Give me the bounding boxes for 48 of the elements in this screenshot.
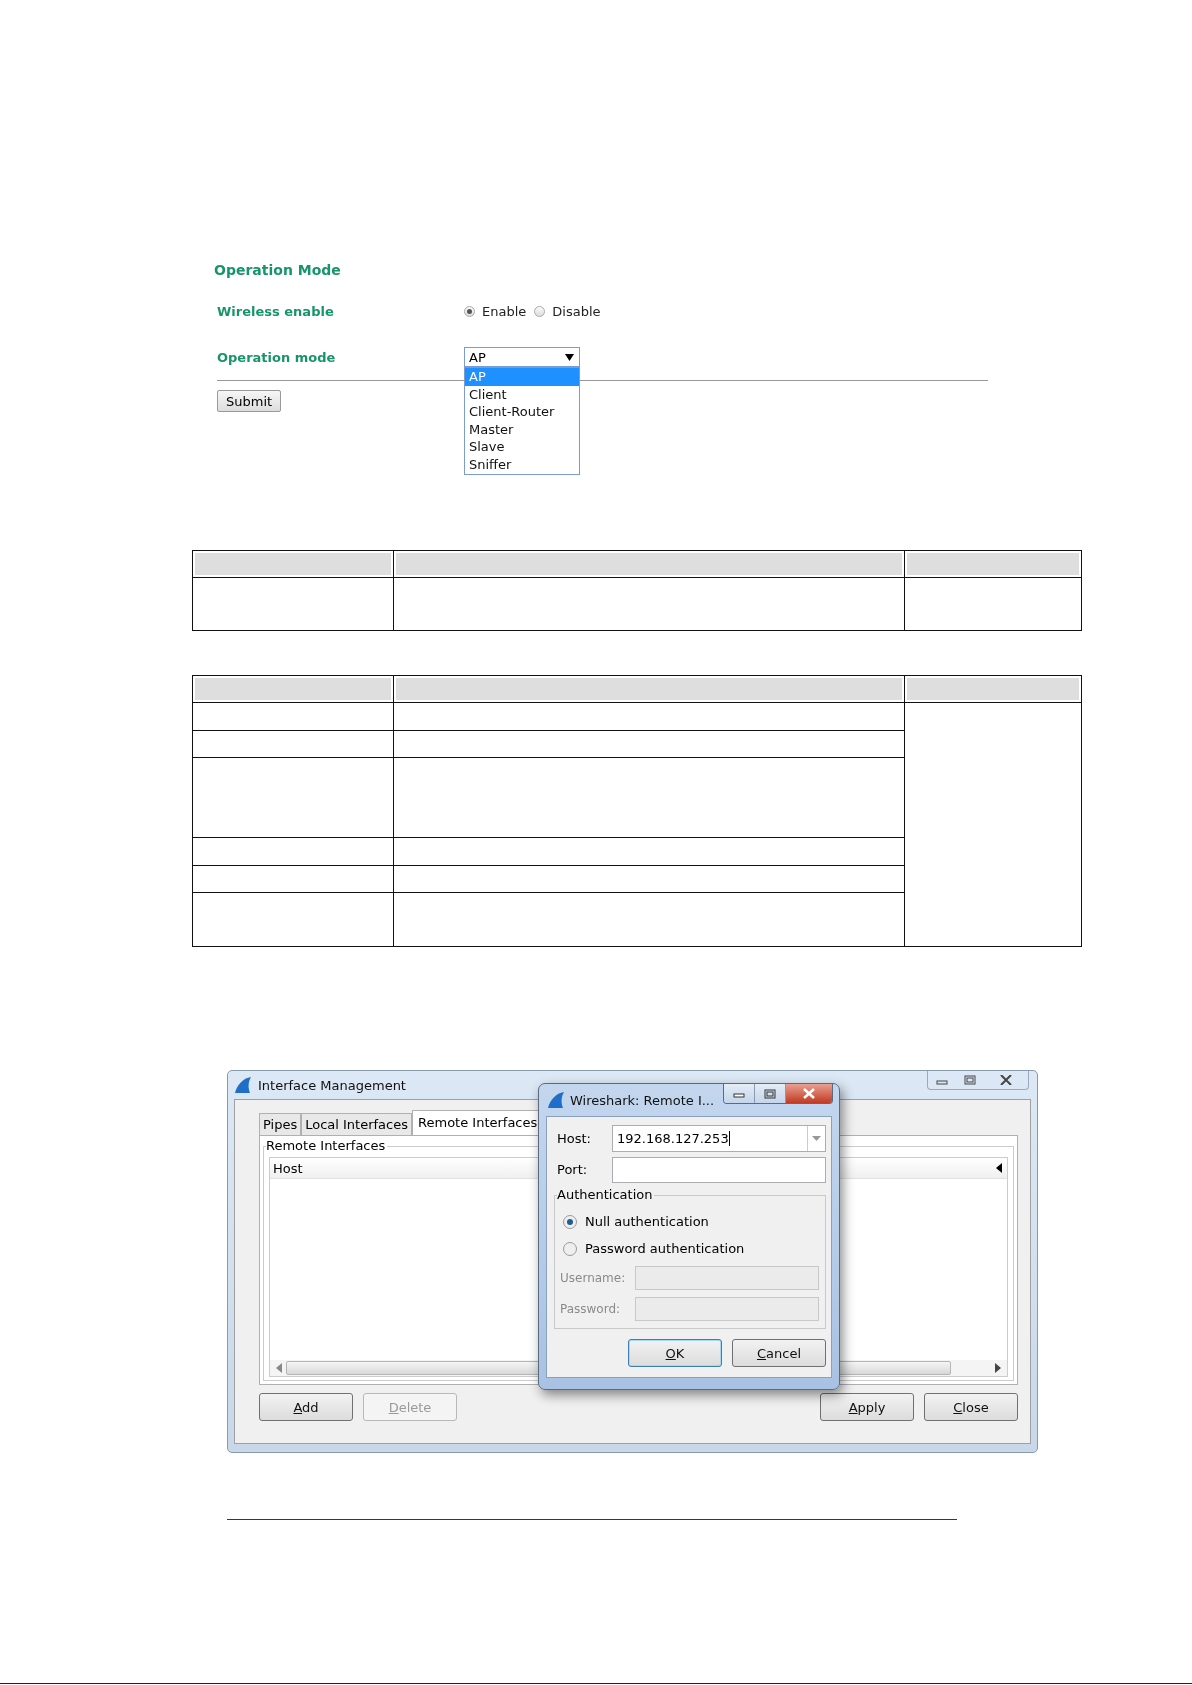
radio-label[interactable]: Enable [482, 303, 527, 319]
maximize-icon [764, 1088, 776, 1099]
fin-icon [234, 1076, 252, 1094]
scroll-left-icon[interactable] [996, 1163, 1002, 1173]
dialog-title: Wireshark: Remote I... [570, 1092, 715, 1108]
tab[interactable]: Local Interfaces [301, 1113, 412, 1135]
dropdown-option[interactable]: Sniffer [465, 455, 579, 474]
radio-button[interactable] [534, 305, 546, 317]
field-label: Port: [556, 1162, 589, 1177]
close-button[interactable] [785, 1084, 832, 1103]
close-icon [1000, 1075, 1012, 1085]
port-field[interactable] [612, 1156, 826, 1183]
minimize-button[interactable] [724, 1084, 754, 1103]
group-title: Authentication [557, 1187, 655, 1202]
radio-button[interactable] [464, 305, 475, 317]
dropdown-option[interactable]: Client [465, 385, 579, 404]
dialog-button[interactable]: Add [259, 1393, 353, 1421]
dropdown-option[interactable]: Slave [465, 438, 579, 456]
section-heading: Operation Mode [214, 262, 342, 278]
maximize-icon [964, 1075, 976, 1085]
group-title: Remote Interfaces [266, 1138, 388, 1153]
fin-icon [547, 1091, 565, 1109]
dialog-button[interactable]: Apply [820, 1393, 914, 1421]
field-label: Password: [560, 1301, 622, 1316]
field-label: Operation mode [216, 349, 337, 365]
dialog-button[interactable]: Close [924, 1393, 1018, 1421]
radio-label[interactable]: Password authentication [585, 1241, 745, 1256]
dialog-button[interactable]: Cancel [732, 1339, 826, 1367]
radio-button[interactable] [563, 1214, 577, 1229]
host-combo-box[interactable]: 192.168.127.253 [612, 1125, 826, 1152]
column-header[interactable]: Host [273, 1160, 303, 1176]
tab[interactable]: Pipes [259, 1113, 302, 1135]
submit-button[interactable]: Submit [217, 390, 282, 412]
mode-dropdown[interactable]: AP [464, 347, 580, 367]
caret-icon [565, 353, 574, 361]
window-title: Interface Management [258, 1077, 406, 1093]
close-icon [802, 1088, 816, 1099]
scroll-right-icon[interactable] [995, 1363, 1001, 1373]
field-label: Host: [556, 1131, 592, 1146]
field-label: Wireless enable [216, 303, 335, 319]
radio-label[interactable]: Null authentication [585, 1214, 709, 1229]
maximize-button[interactable] [754, 1084, 785, 1103]
dialog-button[interactable]: OK [628, 1339, 722, 1367]
field-label: Username: [560, 1270, 627, 1285]
dropdown-option[interactable]: Client-Router [465, 403, 579, 421]
radio-label[interactable]: Disable [552, 303, 601, 319]
radio-button[interactable] [563, 1241, 577, 1256]
dropdown-option[interactable]: Master [465, 420, 579, 439]
